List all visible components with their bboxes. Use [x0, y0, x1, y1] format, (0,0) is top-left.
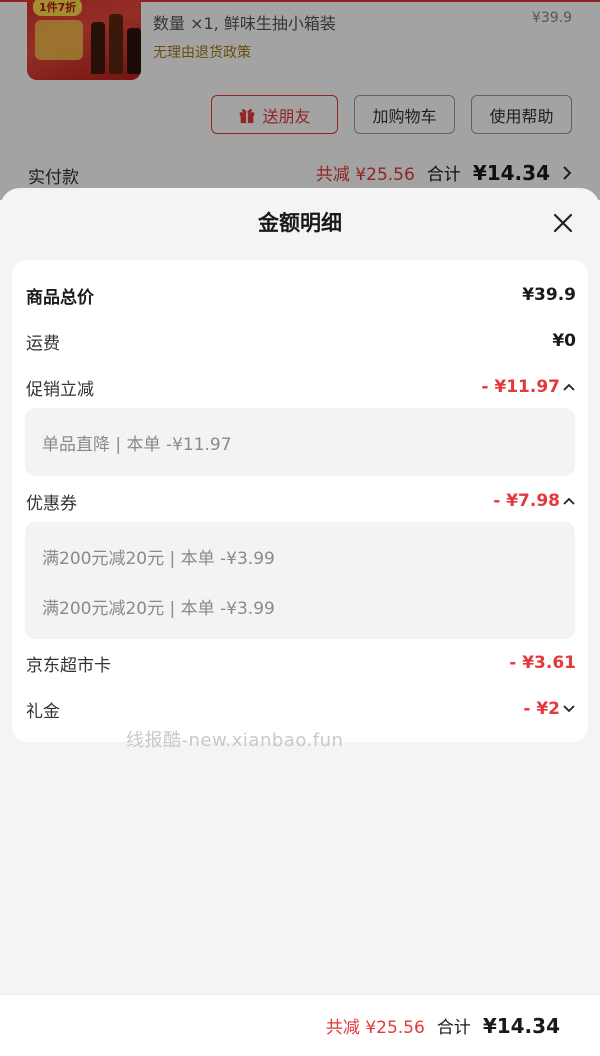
- shipping-row: 运费 ¥0: [26, 326, 576, 356]
- gift-money-row[interactable]: 礼金 - ¥2: [26, 694, 576, 724]
- coupon-row[interactable]: 优惠券 - ¥7.98: [26, 486, 576, 516]
- gift-money-label: 礼金: [26, 701, 60, 722]
- jd-card-label: 京东超市卡: [26, 655, 111, 676]
- sheet-title: 金额明细: [258, 211, 342, 235]
- bottom-total-discount: 共减 ¥25.56: [325, 1018, 425, 1038]
- jd-card-row: 京东超市卡 - ¥3.61: [26, 648, 576, 678]
- promo-value: - ¥11.97: [481, 377, 560, 397]
- promo-detail-line: 单品直降 | 本单 -¥11.97: [42, 435, 232, 455]
- goods-total-value: ¥39.9: [522, 285, 576, 305]
- modal-overlay[interactable]: [0, 0, 600, 200]
- coupon-label: 优惠券: [26, 493, 77, 514]
- shipping-value: ¥0: [552, 331, 576, 351]
- bottom-total-label: 合计: [436, 1018, 471, 1038]
- promo-detail-box: 单品直降 | 本单 -¥11.97: [25, 408, 575, 476]
- jd-card-value: - ¥3.61: [509, 653, 576, 673]
- goods-total-row: 商品总价 ¥39.9: [26, 280, 576, 310]
- coupon-detail-box: 满200元减20元 | 本单 -¥3.99 满200元减20元 | 本单 -¥3…: [25, 522, 575, 639]
- bottom-total-amount: ¥14.34: [482, 1014, 560, 1038]
- gift-money-value: - ¥2: [523, 699, 560, 719]
- promo-row[interactable]: 促销立减 - ¥11.97: [26, 372, 576, 402]
- promo-label: 促销立减: [26, 379, 94, 400]
- amount-detail-card: 商品总价 ¥39.9 运费 ¥0 促销立减 - ¥11.97 单品直降 | 本单…: [12, 260, 588, 742]
- chevron-down-icon[interactable]: [562, 702, 576, 716]
- coupon-detail-line: 满200元减20元 | 本单 -¥3.99: [42, 549, 275, 569]
- shipping-label: 运费: [26, 333, 60, 354]
- watermark-text: 线报酷-new.xianbao.fun: [126, 730, 344, 751]
- amount-detail-sheet: 金额明细 商品总价 ¥39.9 运费 ¥0 促销立减 - ¥11.97 单品直降…: [0, 188, 600, 1056]
- goods-total-label: 商品总价: [26, 287, 94, 308]
- gift-money-value-wrap: - ¥2: [523, 699, 576, 719]
- chevron-up-icon[interactable]: [562, 494, 576, 508]
- bottom-price-summary: 共减 ¥25.56 合计 ¥14.34: [326, 1013, 560, 1038]
- coupon-detail-line: 满200元减20元 | 本单 -¥3.99: [42, 599, 275, 619]
- coupon-value-wrap: - ¥7.98: [493, 491, 576, 511]
- bottom-summary-bar: 共减 ¥25.56 合计 ¥14.34: [0, 994, 600, 1056]
- coupon-value: - ¥7.98: [493, 491, 560, 511]
- chevron-up-icon[interactable]: [562, 380, 576, 394]
- promo-value-wrap: - ¥11.97: [481, 377, 576, 397]
- close-icon[interactable]: [552, 212, 574, 234]
